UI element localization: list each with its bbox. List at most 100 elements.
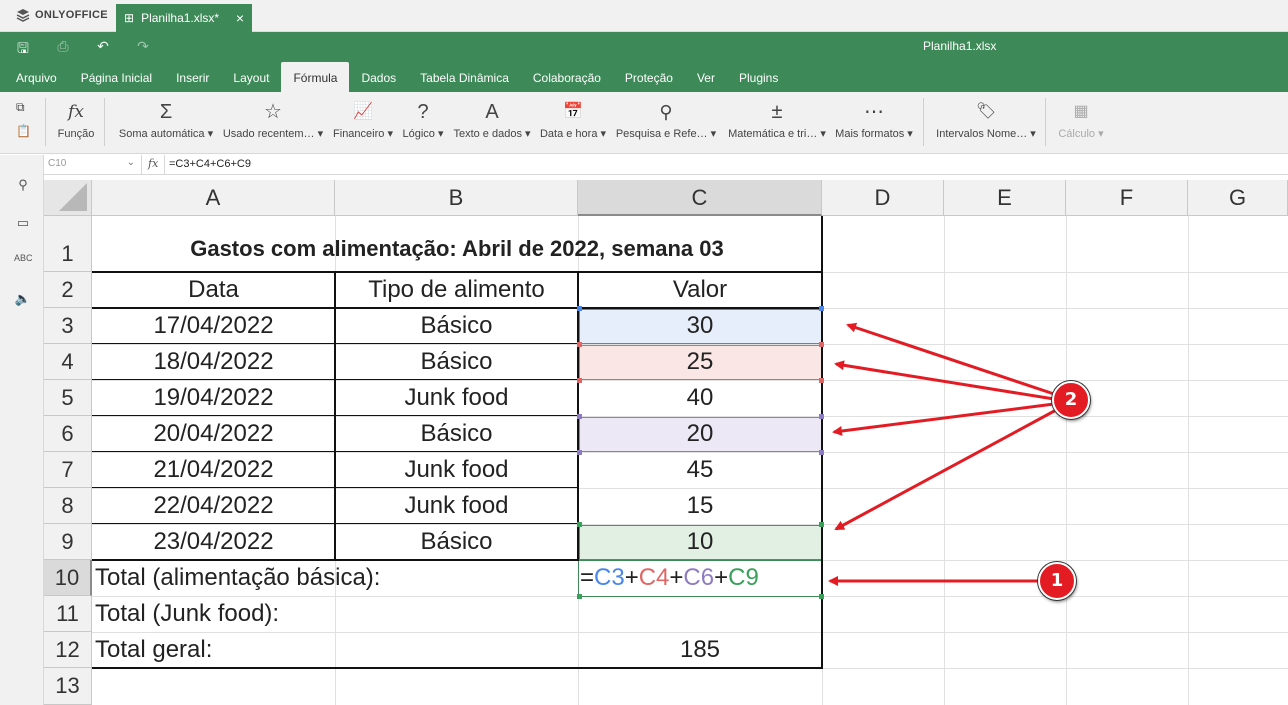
- math-trig-button[interactable]: ± Matemática e tri… ▾: [725, 98, 829, 142]
- document-tab[interactable]: ⊞ Planilha1.xlsx* ×: [116, 4, 252, 32]
- cell-b8[interactable]: Junk food: [335, 488, 578, 524]
- row-header-12[interactable]: 12: [44, 632, 92, 668]
- cell-b5[interactable]: Junk food: [335, 380, 578, 416]
- paste-icon[interactable]: 📋: [16, 124, 31, 138]
- comments-icon[interactable]: ▭: [14, 215, 32, 231]
- named-ranges-button[interactable]: 🏷 Intervalos Nome… ▾: [934, 98, 1038, 142]
- cell-b4[interactable]: Básico: [335, 344, 578, 380]
- cell-b9[interactable]: Básico: [335, 524, 578, 560]
- sheet-title[interactable]: Gastos com alimentação: Abril de 2022, s…: [92, 226, 822, 272]
- recently-used-button[interactable]: ☆ Usado recentem… ▾: [222, 98, 324, 142]
- copy-icon[interactable]: ⧉: [16, 100, 25, 115]
- header-data[interactable]: Data: [92, 272, 335, 308]
- formula-bar: C10 ⌄ fx =C3+C4+C6+C9: [44, 155, 1288, 175]
- spellcheck-icon[interactable]: ABC: [14, 253, 33, 263]
- close-icon[interactable]: ×: [236, 10, 244, 26]
- chevron-down-icon[interactable]: ⌄: [127, 157, 135, 168]
- cell-a10[interactable]: Total (alimentação básica):: [92, 560, 578, 596]
- row-header-10[interactable]: 10: [44, 560, 92, 596]
- more-dots-icon: ⋯: [864, 101, 884, 123]
- row-header-11[interactable]: 11: [44, 596, 92, 632]
- cell-c8[interactable]: 15: [578, 488, 822, 524]
- row-header-1[interactable]: 1: [44, 216, 92, 272]
- column-header-e[interactable]: E: [944, 180, 1066, 216]
- cell-c12[interactable]: 185: [578, 632, 822, 668]
- spreadsheet-grid[interactable]: A B C D E F G 1 2 3 4 5 6 7 8 9 10 11 12…: [44, 180, 1288, 705]
- column-header-g[interactable]: G: [1188, 180, 1288, 216]
- cell-b3[interactable]: Básico: [335, 308, 578, 344]
- layers-icon: [16, 9, 30, 22]
- column-header-f[interactable]: F: [1066, 180, 1188, 216]
- row-header-4[interactable]: 4: [44, 344, 92, 380]
- cell-c5[interactable]: 40: [578, 380, 822, 416]
- cell-a7[interactable]: 21/04/2022: [92, 452, 335, 488]
- save-icon[interactable]: 🖫: [14, 38, 32, 62]
- row-header-3[interactable]: 3: [44, 308, 92, 344]
- cell-c7[interactable]: 45: [578, 452, 822, 488]
- quick-access-bar: 🖫 ⎙ ↶ ↷: [14, 38, 152, 62]
- menu-formula[interactable]: Fórmula: [281, 62, 350, 92]
- financial-button[interactable]: 📈 Financeiro ▾: [332, 98, 394, 142]
- menu-ver[interactable]: Ver: [685, 62, 727, 92]
- menu-inserir[interactable]: Inserir: [164, 62, 221, 92]
- date-time-button[interactable]: 📅 Data e hora ▾: [538, 98, 608, 142]
- more-functions-button[interactable]: ⋯ Mais formatos ▾: [834, 98, 914, 142]
- cell-c4[interactable]: 25: [578, 344, 822, 380]
- formula-input[interactable]: =C3+C4+C6+C9: [164, 155, 255, 174]
- cell-a8[interactable]: 22/04/2022: [92, 488, 335, 524]
- redo-icon[interactable]: ↷: [134, 38, 152, 62]
- calculation-button[interactable]: ▦ Cálculo ▾: [1056, 98, 1106, 142]
- header-valor[interactable]: Valor: [578, 272, 822, 308]
- column-header-b[interactable]: B: [335, 180, 578, 216]
- cell-b7[interactable]: Junk food: [335, 452, 578, 488]
- print-icon[interactable]: ⎙: [54, 38, 72, 62]
- row-header-2[interactable]: 2: [44, 272, 92, 308]
- column-header-a[interactable]: A: [92, 180, 335, 216]
- column-header-d[interactable]: D: [822, 180, 944, 216]
- cell-a3[interactable]: 17/04/2022: [92, 308, 335, 344]
- annotation-badge-1: 1: [1038, 562, 1076, 600]
- row-header-5[interactable]: 5: [44, 380, 92, 416]
- row-header-7[interactable]: 7: [44, 452, 92, 488]
- fx-icon[interactable]: fx: [148, 157, 158, 170]
- row-header-13[interactable]: 13: [44, 668, 92, 705]
- menu-pagina-inicial[interactable]: Página Inicial: [69, 62, 164, 92]
- name-box[interactable]: C10 ⌄: [44, 155, 142, 174]
- lookup-reference-button[interactable]: ⚲ Pesquisa e Refe… ▾: [614, 98, 718, 142]
- text-data-button[interactable]: A Texto e dados ▾: [452, 98, 532, 142]
- formula-plus: +: [624, 564, 639, 591]
- cell-c3[interactable]: 30: [578, 308, 822, 344]
- cell-c9[interactable]: 10: [578, 524, 822, 560]
- cell-a4[interactable]: 18/04/2022: [92, 344, 335, 380]
- cell-c10-formula[interactable]: = C3 + C4 + C6 + C9: [578, 560, 822, 596]
- undo-icon[interactable]: ↶: [94, 38, 112, 62]
- select-all-corner[interactable]: [44, 180, 92, 216]
- menu-dados[interactable]: Dados: [349, 62, 408, 92]
- formula-equals: =: [580, 564, 595, 591]
- menu-tabela-dinamica[interactable]: Tabela Dinâmica: [408, 62, 521, 92]
- header-tipo[interactable]: Tipo de alimento: [335, 272, 578, 308]
- row-header-6[interactable]: 6: [44, 416, 92, 452]
- cell-a5[interactable]: 19/04/2022: [92, 380, 335, 416]
- cell-b6[interactable]: Básico: [335, 416, 578, 452]
- autosum-button[interactable]: Σ Soma automática ▾: [116, 98, 216, 142]
- onlyoffice-logo[interactable]: ONLYOFFICE: [16, 8, 108, 22]
- cell-a12[interactable]: Total geral:: [92, 632, 578, 668]
- row-header-9[interactable]: 9: [44, 524, 92, 560]
- menu-colaboracao[interactable]: Colaboração: [521, 62, 613, 92]
- menu-arquivo[interactable]: Arquivo: [4, 62, 69, 92]
- speaker-icon[interactable]: 🔈: [14, 291, 32, 307]
- cell-c6[interactable]: 20: [578, 416, 822, 452]
- menu-layout[interactable]: Layout: [221, 62, 281, 92]
- search-icon[interactable]: ⚲: [14, 177, 32, 193]
- formula-ref-c9: C9: [728, 564, 759, 591]
- logical-button[interactable]: ? Lógico ▾: [401, 98, 445, 142]
- row-header-8[interactable]: 8: [44, 488, 92, 524]
- insert-function-button[interactable]: fx Função: [56, 98, 96, 142]
- cell-a6[interactable]: 20/04/2022: [92, 416, 335, 452]
- column-header-c[interactable]: C: [578, 180, 822, 216]
- cell-a9[interactable]: 23/04/2022: [92, 524, 335, 560]
- menu-protecao[interactable]: Proteção: [613, 62, 685, 92]
- cell-a11[interactable]: Total (Junk food):: [92, 596, 578, 632]
- menu-plugins[interactable]: Plugins: [727, 62, 790, 92]
